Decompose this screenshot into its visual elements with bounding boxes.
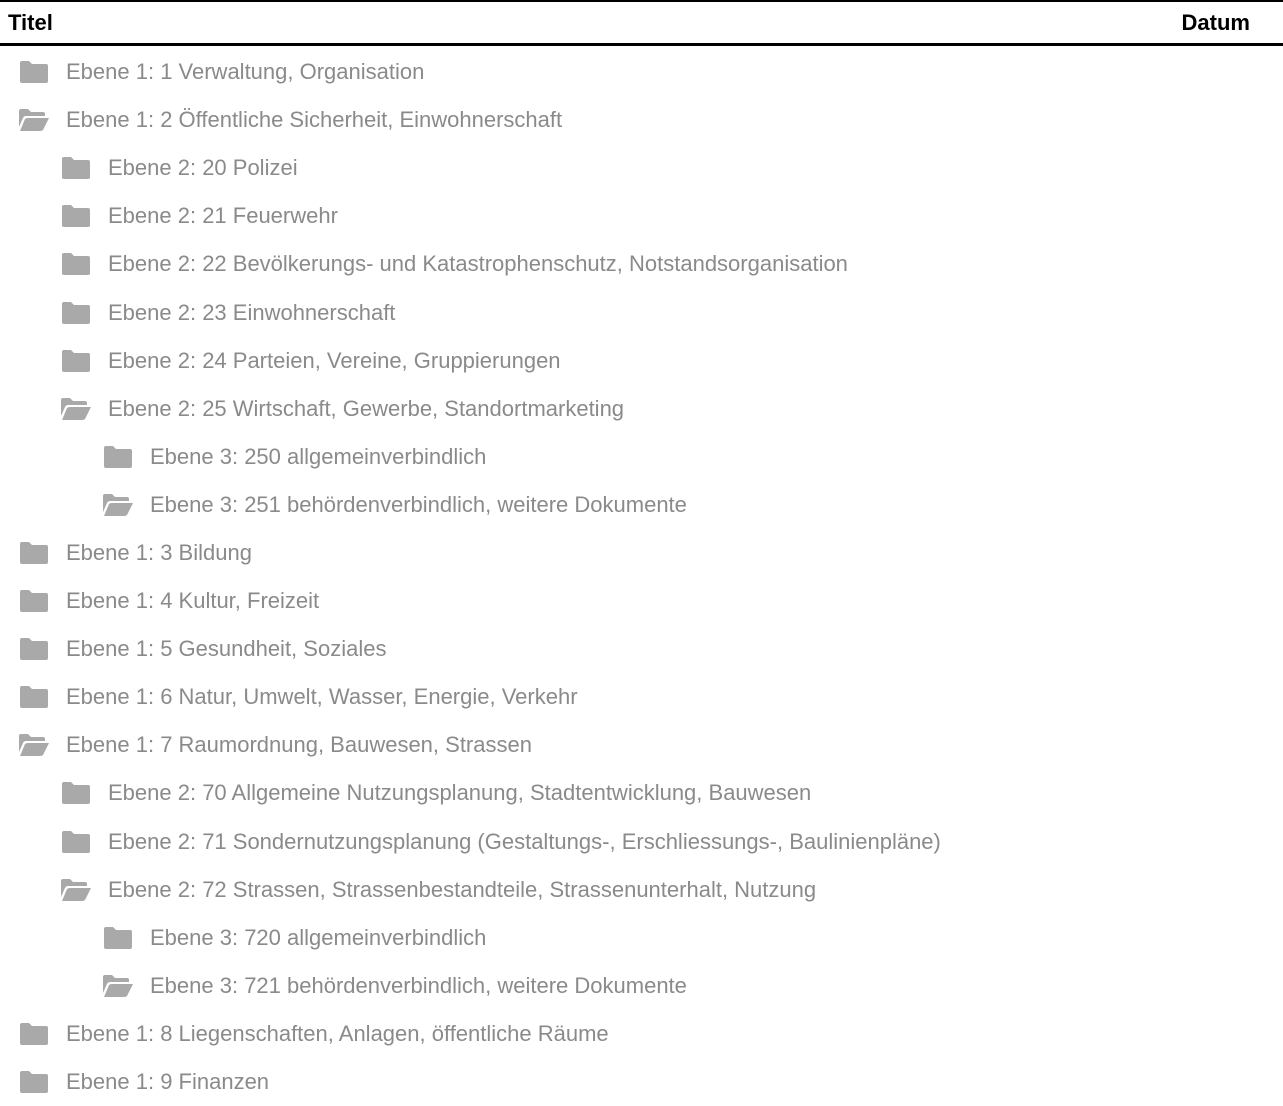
folder-open-icon[interactable] (102, 974, 134, 998)
folder-icon[interactable] (60, 301, 92, 325)
table-header: Titel Datum (0, 0, 1283, 46)
tree-row-label[interactable]: Ebene 2: 71 Sondernutzungsplanung (Gesta… (108, 829, 941, 855)
tree-row-label[interactable]: Ebene 1: 2 Öffentliche Sicherheit, Einwo… (66, 107, 562, 133)
folder-icon[interactable] (18, 589, 50, 613)
folder-icon[interactable] (60, 204, 92, 228)
tree-row-label[interactable]: Ebene 2: 23 Einwohnerschaft (108, 300, 395, 326)
tree-row-level-2[interactable]: Ebene 2: 23 Einwohnerschaft (0, 288, 1283, 336)
tree-row-label[interactable]: Ebene 2: 72 Strassen, Strassenbestandtei… (108, 877, 816, 903)
tree-row-level-1[interactable]: Ebene 1: 8 Liegenschaften, Anlagen, öffe… (0, 1010, 1283, 1058)
tree-row-label[interactable]: Ebene 2: 24 Parteien, Vereine, Gruppieru… (108, 348, 561, 374)
folder-icon[interactable] (18, 60, 50, 84)
folder-icon[interactable] (18, 541, 50, 565)
tree-row-label[interactable]: Ebene 2: 21 Feuerwehr (108, 203, 338, 229)
tree-row-label[interactable]: Ebene 2: 22 Bevölkerungs- und Katastroph… (108, 251, 848, 277)
folder-icon[interactable] (60, 349, 92, 373)
tree-row-label[interactable]: Ebene 2: 20 Polizei (108, 155, 298, 181)
column-header-date[interactable]: Datum (1182, 10, 1250, 36)
folder-icon[interactable] (102, 445, 134, 469)
tree-row-level-2[interactable]: Ebene 2: 20 Polizei (0, 144, 1283, 192)
tree-row-label[interactable]: Ebene 3: 720 allgemeinverbindlich (150, 925, 486, 951)
tree-row-level-2[interactable]: Ebene 2: 22 Bevölkerungs- und Katastroph… (0, 240, 1283, 288)
tree-row-label[interactable]: Ebene 1: 9 Finanzen (66, 1069, 269, 1095)
folder-icon[interactable] (60, 781, 92, 805)
tree-row-label[interactable]: Ebene 1: 4 Kultur, Freizeit (66, 588, 319, 614)
tree-row-label[interactable]: Ebene 2: 25 Wirtschaft, Gewerbe, Standor… (108, 396, 624, 422)
tree-row-level-3[interactable]: Ebene 3: 721 behördenverbindlich, weiter… (0, 962, 1283, 1010)
folder-open-icon[interactable] (18, 733, 50, 757)
folder-icon[interactable] (60, 156, 92, 180)
tree-row-label[interactable]: Ebene 1: 3 Bildung (66, 540, 252, 566)
tree-row-level-2[interactable]: Ebene 2: 70 Allgemeine Nutzungsplanung, … (0, 769, 1283, 817)
tree-row-label[interactable]: Ebene 1: 6 Natur, Umwelt, Wasser, Energi… (66, 684, 578, 710)
tree-row-level-1[interactable]: Ebene 1: 5 Gesundheit, Soziales (0, 625, 1283, 673)
tree-row-label[interactable]: Ebene 3: 251 behördenverbindlich, weiter… (150, 492, 687, 518)
tree-row-level-1[interactable]: Ebene 1: 9 Finanzen (0, 1058, 1283, 1106)
folder-tree: Ebene 1: 1 Verwaltung, Organisation Ebene… (0, 48, 1283, 1106)
tree-row-level-1[interactable]: Ebene 1: 1 Verwaltung, Organisation (0, 48, 1283, 96)
tree-row-label[interactable]: Ebene 1: 7 Raumordnung, Bauwesen, Strass… (66, 732, 532, 758)
tree-row-level-1[interactable]: Ebene 1: 3 Bildung (0, 529, 1283, 577)
tree-row-level-1[interactable]: Ebene 1: 2 Öffentliche Sicherheit, Einwo… (0, 96, 1283, 144)
tree-row-level-3[interactable]: Ebene 3: 251 behördenverbindlich, weiter… (0, 481, 1283, 529)
tree-row-label[interactable]: Ebene 2: 70 Allgemeine Nutzungsplanung, … (108, 780, 811, 806)
folder-icon[interactable] (102, 926, 134, 950)
folder-icon[interactable] (18, 637, 50, 661)
folder-icon[interactable] (18, 1070, 50, 1094)
tree-row-label[interactable]: Ebene 3: 250 allgemeinverbindlich (150, 444, 486, 470)
folder-open-icon[interactable] (18, 108, 50, 132)
tree-row-level-2[interactable]: Ebene 2: 24 Parteien, Vereine, Gruppieru… (0, 337, 1283, 385)
column-header-title[interactable]: Titel (8, 10, 53, 36)
folder-icon[interactable] (18, 1022, 50, 1046)
folder-icon[interactable] (60, 830, 92, 854)
folder-open-icon[interactable] (60, 397, 92, 421)
folder-open-icon[interactable] (60, 878, 92, 902)
tree-row-label[interactable]: Ebene 3: 721 behördenverbindlich, weiter… (150, 973, 687, 999)
tree-row-level-3[interactable]: Ebene 3: 720 allgemeinverbindlich (0, 914, 1283, 962)
tree-row-level-1[interactable]: Ebene 1: 4 Kultur, Freizeit (0, 577, 1283, 625)
tree-row-level-2[interactable]: Ebene 2: 72 Strassen, Strassenbestandtei… (0, 866, 1283, 914)
tree-row-level-1[interactable]: Ebene 1: 7 Raumordnung, Bauwesen, Strass… (0, 721, 1283, 769)
tree-row-level-3[interactable]: Ebene 3: 250 allgemeinverbindlich (0, 433, 1283, 481)
tree-row-level-2[interactable]: Ebene 2: 71 Sondernutzungsplanung (Gesta… (0, 818, 1283, 866)
tree-row-label[interactable]: Ebene 1: 1 Verwaltung, Organisation (66, 59, 424, 85)
folder-icon[interactable] (60, 252, 92, 276)
tree-row-level-1[interactable]: Ebene 1: 6 Natur, Umwelt, Wasser, Energi… (0, 673, 1283, 721)
folder-open-icon[interactable] (102, 493, 134, 517)
tree-row-label[interactable]: Ebene 1: 8 Liegenschaften, Anlagen, öffe… (66, 1021, 609, 1047)
tree-row-level-2[interactable]: Ebene 2: 21 Feuerwehr (0, 192, 1283, 240)
folder-icon[interactable] (18, 685, 50, 709)
tree-row-level-2[interactable]: Ebene 2: 25 Wirtschaft, Gewerbe, Standor… (0, 385, 1283, 433)
tree-row-label[interactable]: Ebene 1: 5 Gesundheit, Soziales (66, 636, 386, 662)
